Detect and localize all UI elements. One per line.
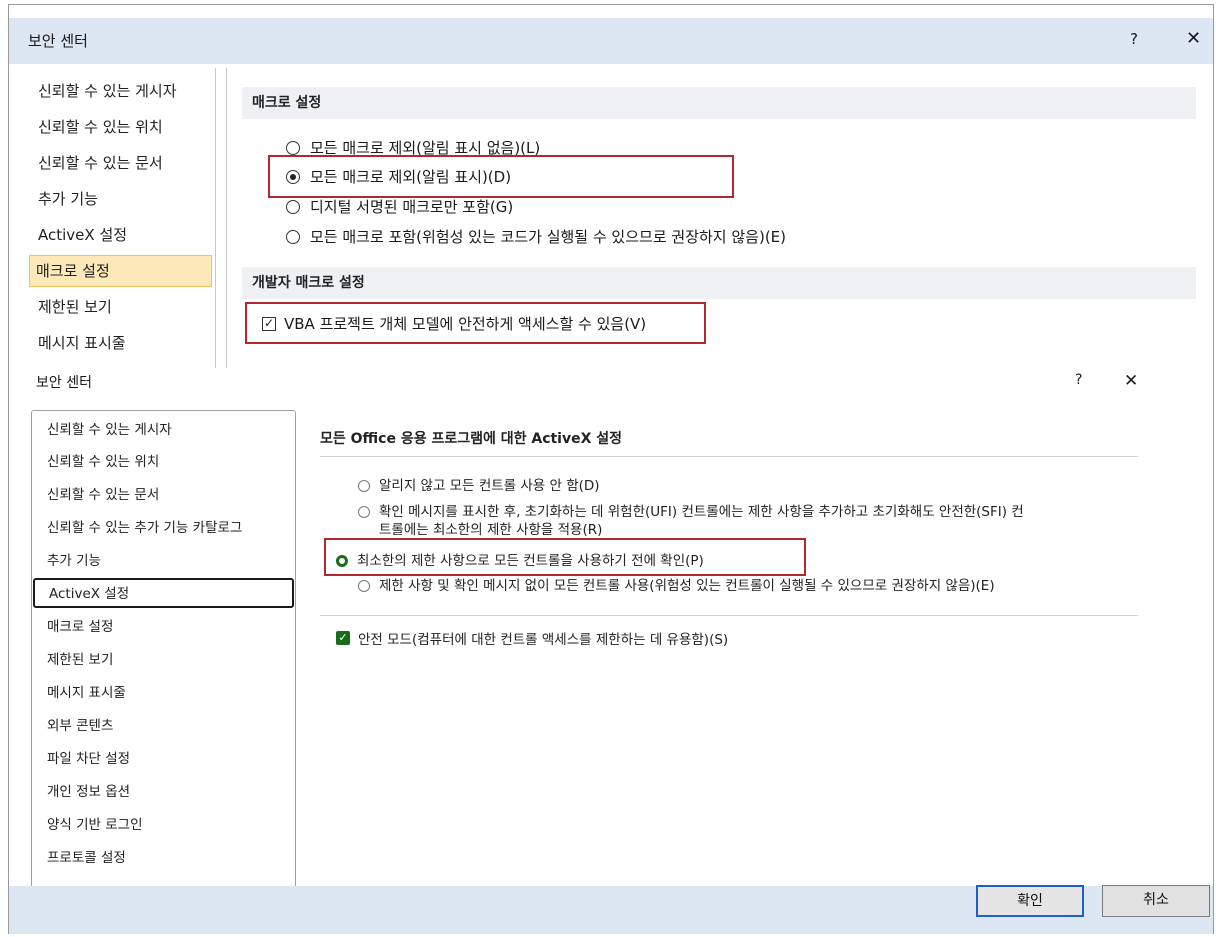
activex-option-disable-all[interactable]: 알리지 않고 모든 컨트롤 사용 안 함(D) bbox=[358, 477, 600, 495]
option-label-line1: 확인 메시지를 표시한 후, 초기화하는 데 위험한(UFI) 컨트롤에는 제한… bbox=[379, 504, 1024, 520]
dialog2-nav-item[interactable]: 매크로 설정 bbox=[31, 611, 296, 644]
activex-settings-heading: 모든 Office 응용 프로그램에 대한 ActiveX 설정 bbox=[320, 431, 623, 447]
macro-option-enable-all[interactable]: 모든 매크로 포함(위험성 있는 코드가 실행될 수 있으므로 권장하지 않음)… bbox=[286, 227, 786, 247]
checkbox-checked-icon[interactable]: ✓ bbox=[336, 631, 350, 645]
dialog2-nav-item[interactable]: 파일 차단 설정 bbox=[31, 743, 296, 776]
dialog1-title: 보안 센터 bbox=[28, 32, 88, 50]
activex-option-enable-all[interactable]: 제한 사항 및 확인 메시지 없이 모든 컨트롤 사용(위험성 있는 컨트롤이 … bbox=[358, 577, 995, 595]
dialog2-help-icon[interactable]: ? bbox=[1075, 372, 1082, 388]
dialog2-nav-item[interactable]: 신뢰할 수 있는 게시자 bbox=[31, 414, 296, 447]
activex-option-prompt-ufi-sfi[interactable]: 확인 메시지를 표시한 후, 초기화하는 데 위험한(UFI) 컨트롤에는 제한… bbox=[358, 503, 1024, 539]
dialog2-nav-item[interactable]: 개인 정보 옵션 bbox=[31, 776, 296, 809]
option-label: 확인 메시지를 표시한 후, 초기화하는 데 위험한(UFI) 컨트롤에는 제한… bbox=[379, 503, 1024, 539]
dialog1-nav-item-selected[interactable]: 매크로 설정 bbox=[29, 255, 212, 287]
highlight-box bbox=[324, 538, 806, 576]
dialog1-nav-item[interactable]: 메시지 표시줄 bbox=[20, 326, 216, 360]
option-label-line2: 트롤에는 최소한의 제한 사항을 적용(R) bbox=[379, 522, 603, 538]
dialog2-nav-item[interactable]: 양식 기반 로그인 bbox=[31, 809, 296, 842]
highlight-box bbox=[245, 302, 706, 344]
dialog2-nav-item[interactable]: 제한된 보기 bbox=[31, 644, 296, 677]
option-label: 모든 매크로 포함(위험성 있는 코드가 실행될 수 있으므로 권장하지 않음)… bbox=[310, 228, 787, 246]
radio-icon[interactable] bbox=[286, 200, 300, 214]
macro-settings-heading: 매크로 설정 bbox=[242, 87, 1196, 119]
dialog2-nav-item[interactable]: 프로토콜 설정 bbox=[31, 842, 296, 875]
dialog1-close-icon[interactable]: ✕ bbox=[1186, 28, 1201, 49]
option-label: 알리지 않고 모든 컨트롤 사용 안 함(D) bbox=[379, 478, 600, 494]
dialog2-nav-item-selected[interactable]: ActiveX 설정 bbox=[33, 578, 294, 608]
dialog1-nav-item[interactable]: 신뢰할 수 있는 게시자 bbox=[20, 74, 216, 108]
dialog2-nav-item[interactable]: 메시지 표시줄 bbox=[31, 677, 296, 710]
radio-icon[interactable] bbox=[358, 580, 370, 592]
cancel-button[interactable]: 취소 bbox=[1102, 885, 1210, 917]
dialog2-nav-item[interactable]: 신뢰할 수 있는 문서 bbox=[31, 479, 296, 512]
dialog2-nav-item[interactable]: 신뢰할 수 있는 추가 기능 카탈로그 bbox=[31, 512, 296, 545]
divider bbox=[320, 456, 1138, 457]
dialog1-nav-item[interactable]: 신뢰할 수 있는 문서 bbox=[20, 146, 216, 180]
safe-mode-checkbox[interactable]: ✓ 안전 모드(컴퓨터에 대한 컨트롤 액세스를 제한하는 데 유용함)(S) bbox=[336, 631, 728, 649]
radio-icon[interactable] bbox=[358, 506, 370, 518]
dialog2-nav-item[interactable]: 신뢰할 수 있는 위치 bbox=[31, 446, 296, 479]
dialog2-title: 보안 센터 bbox=[36, 375, 92, 391]
dialog2-nav-item[interactable]: 외부 콘텐츠 bbox=[31, 710, 296, 743]
checkbox-label: 안전 모드(컴퓨터에 대한 컨트롤 액세스를 제한하는 데 유용함)(S) bbox=[358, 632, 729, 648]
dialog1-nav-item[interactable]: 추가 기능 bbox=[20, 182, 216, 216]
developer-macro-heading: 개발자 매크로 설정 bbox=[242, 267, 1196, 299]
radio-icon[interactable] bbox=[358, 480, 370, 492]
ok-button[interactable]: 확인 bbox=[976, 885, 1084, 917]
radio-icon[interactable] bbox=[286, 230, 300, 244]
dialog1-divider bbox=[226, 68, 227, 368]
dialog1-titlebar bbox=[9, 18, 1213, 64]
option-label: 디지털 서명된 매크로만 포함(G) bbox=[310, 198, 514, 216]
radio-icon[interactable] bbox=[286, 141, 300, 155]
dialog1-help-icon[interactable]: ? bbox=[1130, 30, 1138, 48]
macro-option-signed-only[interactable]: 디지털 서명된 매크로만 포함(G) bbox=[286, 197, 513, 217]
divider bbox=[320, 615, 1138, 616]
dialog1-nav-item[interactable]: 신뢰할 수 있는 위치 bbox=[20, 110, 216, 144]
dialog1-nav-item[interactable]: 제한된 보기 bbox=[20, 290, 216, 324]
option-label: 제한 사항 및 확인 메시지 없이 모든 컨트롤 사용(위험성 있는 컨트롤이 … bbox=[379, 578, 995, 594]
dialog2-nav-item[interactable]: 추가 기능 bbox=[31, 545, 296, 578]
highlight-box bbox=[268, 155, 734, 198]
dialog1-nav-item[interactable]: ActiveX 설정 bbox=[20, 218, 216, 252]
dialog2-close-icon[interactable]: ✕ bbox=[1124, 371, 1138, 391]
